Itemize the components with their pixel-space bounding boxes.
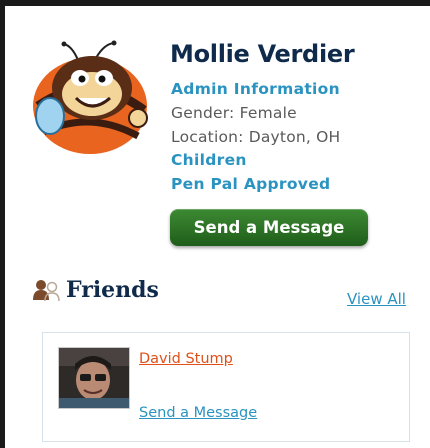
friend-send-message-link[interactable]: Send a Message xyxy=(139,405,257,421)
friends-icon xyxy=(32,278,60,302)
bee-mascot-icon xyxy=(26,40,154,156)
friends-title: Friends xyxy=(66,277,159,303)
window-left-border xyxy=(0,0,5,448)
gender-text: Gender: Female xyxy=(171,104,297,122)
friend-card: David Stump Send a Message xyxy=(42,332,410,442)
send-message-button[interactable]: Send a Message xyxy=(170,209,368,246)
friend-name-link[interactable]: David Stump xyxy=(139,351,233,367)
location-text: Location: Dayton, OH xyxy=(171,128,341,146)
pen-pal-approved-link[interactable]: Pen Pal Approved xyxy=(171,174,330,194)
window-top-border xyxy=(0,0,430,6)
children-link[interactable]: Children xyxy=(171,150,247,170)
profile-name: Mollie Verdier xyxy=(170,40,355,68)
friend-avatar[interactable] xyxy=(58,347,130,409)
admin-information-link[interactable]: Admin Information xyxy=(171,79,340,99)
friends-heading: Friends xyxy=(32,274,159,306)
view-all-link[interactable]: View All xyxy=(347,290,406,308)
